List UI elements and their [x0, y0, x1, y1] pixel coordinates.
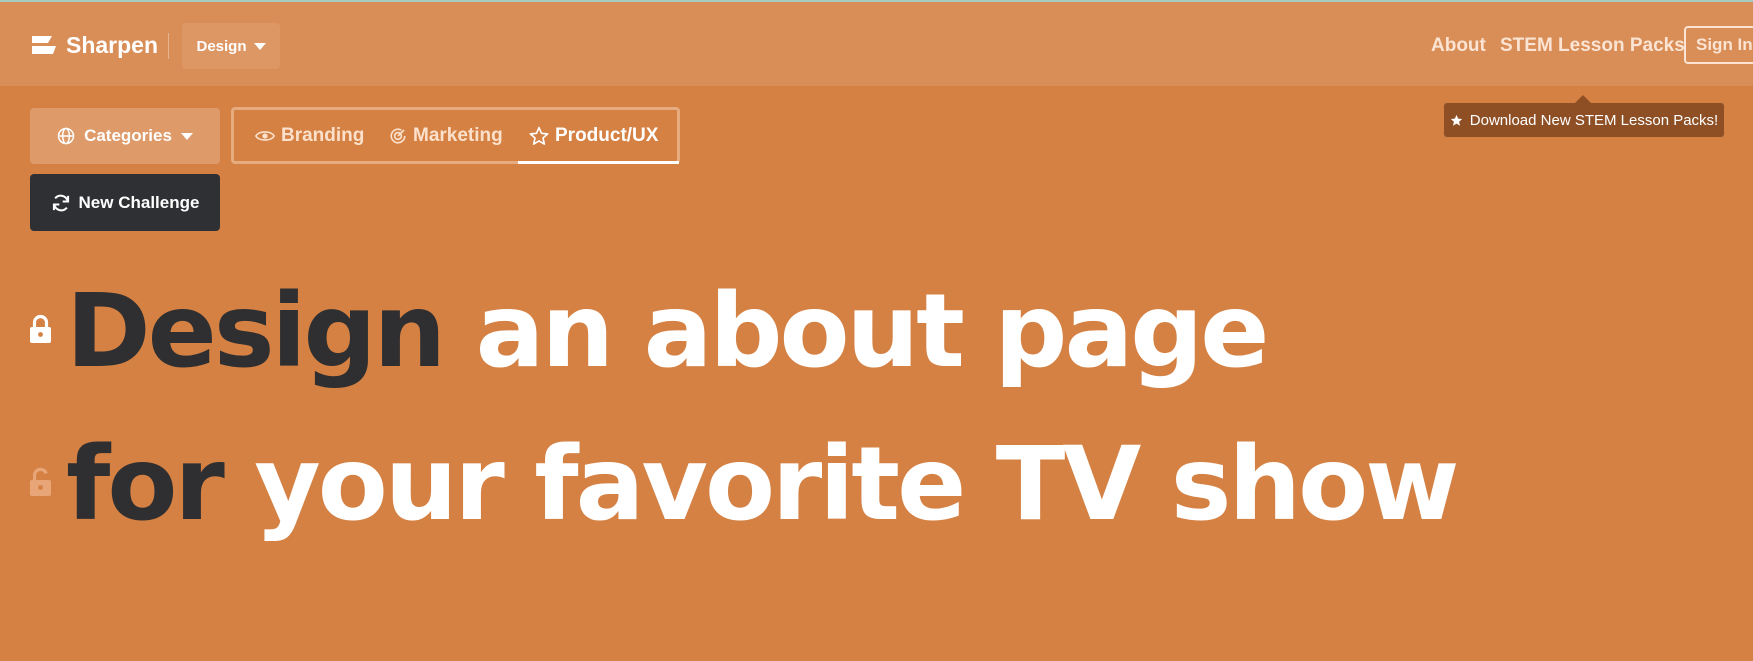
caret-down-icon — [180, 132, 193, 140]
new-challenge-button[interactable]: New Challenge — [30, 174, 220, 231]
category-dropdown-label: Design — [196, 37, 247, 55]
tab-branding[interactable]: Branding — [255, 110, 364, 161]
caret-down-icon — [253, 42, 266, 50]
brand-name: Sharpen — [66, 31, 159, 58]
sharpen-logo-icon — [32, 36, 56, 54]
logo-divider — [168, 33, 169, 59]
challenge-text-1: an about page — [475, 272, 1270, 391]
categories-label: Categories — [84, 126, 172, 145]
lock-icon[interactable] — [29, 314, 52, 344]
sign-in-button[interactable]: Sign In — [1684, 26, 1753, 64]
sign-in-label: Sign In — [1696, 35, 1753, 54]
unlock-icon[interactable] — [29, 467, 52, 497]
active-tab-indicator — [518, 161, 679, 164]
category-tabs: Branding Marketing Product/UX — [231, 107, 680, 164]
category-dropdown[interactable]: Design — [182, 23, 280, 69]
star-icon — [1450, 114, 1462, 126]
tab-label: Marketing — [413, 124, 503, 146]
top-navigation-bar: Sharpen Design About STEM Lesson Packs S… — [0, 2, 1753, 86]
globe-icon — [57, 127, 75, 145]
nav-about-link[interactable]: About — [1431, 35, 1486, 57]
challenge-text-2: your favorite TV show — [254, 425, 1459, 544]
challenge-keyword-2: for — [66, 425, 225, 544]
challenge-line-1: Design an about page — [66, 281, 1269, 383]
star-outline-icon — [529, 126, 549, 145]
tooltip-text: Download New STEM Lesson Packs! — [1469, 111, 1719, 129]
brand-logo[interactable]: Sharpen — [30, 28, 158, 62]
tab-marketing[interactable]: Marketing — [389, 110, 503, 161]
nav-stem-lesson-packs-link[interactable]: STEM Lesson Packs — [1500, 35, 1685, 57]
eye-icon — [255, 130, 275, 141]
new-challenge-label: New Challenge — [78, 192, 200, 212]
categories-dropdown-button[interactable]: Categories — [30, 108, 220, 164]
stem-download-tooltip[interactable]: Download New STEM Lesson Packs! — [1444, 103, 1724, 137]
tab-product-ux[interactable]: Product/UX — [529, 110, 658, 161]
tooltip-arrow — [1575, 95, 1591, 103]
challenge-keyword-1: Design — [66, 272, 446, 391]
tab-label: Product/UX — [555, 124, 659, 146]
challenge-line-2: for your favorite TV show — [66, 434, 1459, 536]
refresh-icon — [52, 194, 69, 211]
target-icon — [390, 127, 406, 144]
tab-label: Branding — [281, 124, 365, 146]
